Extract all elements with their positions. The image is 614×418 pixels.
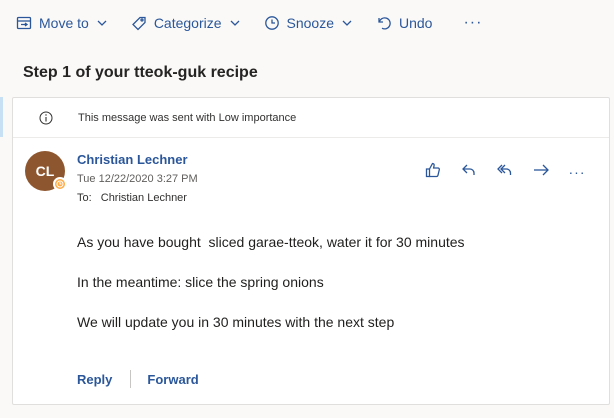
like-button[interactable] bbox=[415, 161, 451, 183]
selection-accent bbox=[0, 97, 3, 137]
reply-icon bbox=[460, 161, 478, 184]
sent-date: Tue 12/22/2020 3:27 PM bbox=[77, 173, 198, 185]
forward-arrow-icon bbox=[532, 161, 550, 184]
move-to-button[interactable]: Move to bbox=[10, 8, 113, 38]
message-subject: Step 1 of your tteok-guk recipe bbox=[23, 64, 258, 81]
chevron-down-icon bbox=[341, 17, 353, 29]
importance-banner: This message was sent with Low importanc… bbox=[13, 98, 609, 138]
body-paragraph: In the meantime: slice the spring onions bbox=[77, 274, 324, 290]
categorize-button[interactable]: Categorize bbox=[125, 8, 246, 38]
sender-name[interactable]: Christian Lechner bbox=[77, 152, 188, 167]
command-toolbar: Move to Categorize Snooze Undo ··· bbox=[0, 0, 614, 46]
forward-icon-button[interactable] bbox=[523, 161, 559, 183]
undo-icon bbox=[375, 14, 393, 32]
forward-button[interactable]: Forward bbox=[147, 372, 198, 387]
thumbs-up-icon bbox=[424, 161, 442, 184]
message-body: As you have bought sliced garae-tteok, w… bbox=[77, 234, 465, 354]
divider bbox=[130, 370, 132, 388]
reply-footer: Reply Forward bbox=[77, 370, 199, 388]
more-actions-button[interactable]: ··· bbox=[559, 161, 595, 183]
reply-all-icon-button[interactable] bbox=[487, 161, 523, 183]
undo-label: Undo bbox=[399, 15, 433, 31]
to-label: To: bbox=[77, 192, 92, 204]
reply-all-icon bbox=[496, 161, 514, 184]
presence-away-icon bbox=[53, 177, 67, 191]
tag-icon bbox=[130, 14, 148, 32]
chevron-down-icon bbox=[229, 17, 241, 29]
toolbar-more-button[interactable]: ··· bbox=[455, 14, 490, 32]
move-to-icon bbox=[15, 14, 33, 32]
message-actions: ··· bbox=[415, 161, 595, 183]
snooze-button[interactable]: Snooze bbox=[258, 8, 358, 38]
recipient-name[interactable]: Christian Lechner bbox=[101, 192, 187, 204]
snooze-label: Snooze bbox=[286, 15, 334, 31]
reply-icon-button[interactable] bbox=[451, 161, 487, 183]
body-paragraph: As you have bought sliced garae-tteok, w… bbox=[77, 234, 465, 250]
move-to-label: Move to bbox=[39, 15, 89, 31]
recipient-line: To: Christian Lechner bbox=[77, 192, 187, 204]
body-paragraph: We will update you in 30 minutes with th… bbox=[77, 314, 395, 330]
undo-button[interactable]: Undo bbox=[370, 8, 437, 38]
avatar-initials: CL bbox=[35, 163, 55, 179]
message-card: This message was sent with Low importanc… bbox=[12, 97, 610, 405]
categorize-label: Categorize bbox=[153, 15, 222, 31]
info-icon bbox=[39, 111, 53, 125]
importance-text: This message was sent with Low importanc… bbox=[78, 112, 297, 124]
clock-icon bbox=[263, 14, 281, 32]
chevron-down-icon bbox=[96, 17, 108, 29]
reply-button[interactable]: Reply bbox=[77, 372, 112, 387]
